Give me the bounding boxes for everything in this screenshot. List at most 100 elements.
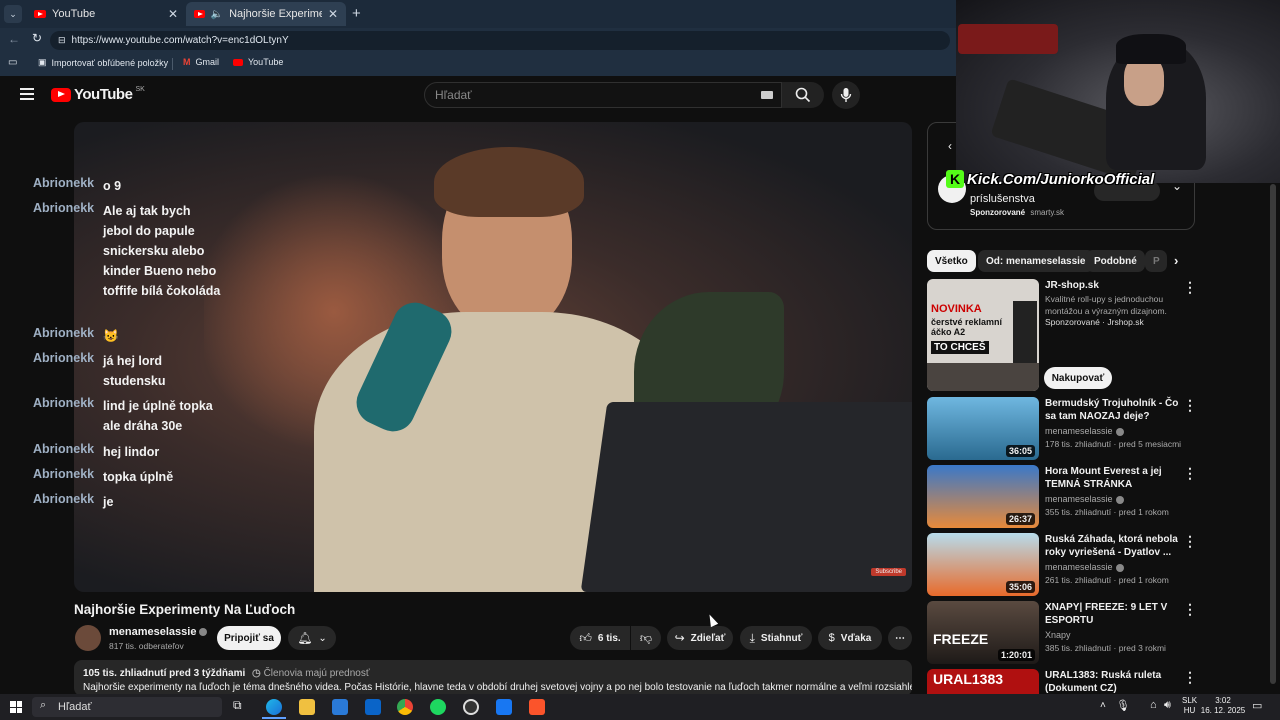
page-scrollbar[interactable] <box>1270 184 1276 684</box>
task-view-icon[interactable]: ⧉ <box>233 698 242 713</box>
menu-icon[interactable] <box>20 88 34 100</box>
recommended-title: XNAPY| FREEZE: 9 LET V ESPORTU <box>1045 602 1168 626</box>
sidebar-toggle-icon[interactable]: ▭ <box>8 57 17 68</box>
new-tab-button[interactable]: + <box>352 5 361 22</box>
recommended-video[interactable]: FREEZE 1:20:01 XNAPY| FREEZE: 9 LET V ES… <box>927 601 1197 665</box>
recommended-video[interactable]: 26:37 Hora Mount Everest a jej TEMNÁ STR… <box>927 465 1197 529</box>
chat-message: Abrionekk já hej lord studensku <box>33 351 223 391</box>
chevron-left-icon[interactable]: ‹ <box>948 139 952 153</box>
chat-username: Abrionekk <box>33 176 95 190</box>
bookmark-gmail[interactable]: M Gmail <box>183 57 219 67</box>
more-actions-button[interactable]: ⋯ <box>888 626 912 650</box>
chrome-icon[interactable] <box>397 699 413 715</box>
clock[interactable]: 3:02 16. 12. 2025 <box>1200 696 1246 716</box>
site-info-icon[interactable]: ⊟ <box>58 35 66 46</box>
url-field[interactable]: ⊟ https://www.youtube.com/watch?v=enc1dO… <box>50 31 950 50</box>
share-icon: ↪ <box>674 631 685 645</box>
chip-from-channel[interactable]: Od: menameselassie <box>978 250 1094 272</box>
chat-message: Abrionekk 😺 <box>33 326 223 346</box>
share-button[interactable]: ↪ Zdieľať <box>667 626 733 650</box>
like-button[interactable]: 👍︎ 6 tis. <box>570 626 630 650</box>
chat-username: Abrionekk <box>33 467 95 481</box>
chevron-up-icon[interactable]: ˄ <box>1100 700 1106 711</box>
recommended-title: Ruská Záhada, ktorá nebola roky vyriešen… <box>1045 534 1178 558</box>
video-duration: 36:05 <box>1005 445 1035 457</box>
verified-icon <box>1115 563 1124 572</box>
subscriber-count: 817 tis. odberateľov <box>109 641 184 651</box>
join-label: Pripojiť sa <box>224 632 274 644</box>
recommended-video[interactable]: 35:06 Ruská Záhada, ktorá nebola roky vy… <box>927 533 1197 597</box>
shop-now-button[interactable]: Nakupovať <box>1044 367 1112 389</box>
ad-thumb-text: čerstvé reklamní áčko A2 <box>931 317 1003 337</box>
ad-recommendation[interactable]: NOVINKA čerstvé reklamní áčko A2 TO CHCE… <box>927 279 1197 391</box>
tab-label: YouTube <box>52 8 96 20</box>
chat-text: lind je úplně topka ale dráha 30e <box>103 399 213 433</box>
windows-start-icon[interactable] <box>10 701 22 713</box>
search-input[interactable]: Hľadať <box>424 82 782 108</box>
store-icon[interactable] <box>332 699 348 715</box>
back-icon[interactable]: ← <box>8 32 20 46</box>
reload-icon[interactable]: ↻ <box>32 31 42 45</box>
search-button[interactable] <box>782 82 824 108</box>
more-vertical-icon[interactable]: ⋮ <box>1183 533 1197 550</box>
recommended-video[interactable]: URAL1383 URAL1383: Ruská ruleta (Dokumen… <box>927 669 1197 694</box>
volume-icon[interactable]: 🔊︎ <box>1164 699 1171 712</box>
description-text: Najhoršie experimenty na ľuďoch je téma … <box>83 682 912 693</box>
more-vertical-icon[interactable]: ⋮ <box>1183 279 1197 296</box>
chip-related[interactable]: Podobné <box>1086 250 1145 272</box>
tab-youtube[interactable]: YouTube ✕ <box>26 2 186 26</box>
recommended-video[interactable]: 36:05 Bermudský Trojuholník - Čo sa tam … <box>927 397 1197 461</box>
file-explorer-icon[interactable] <box>299 699 315 715</box>
video-thumbnail: 26:37 <box>927 465 1039 528</box>
facebook-icon[interactable] <box>496 699 512 715</box>
bookmark-import[interactable]: ▣ Importovať obľúbené položky <box>38 57 168 68</box>
members-label: Členovia majú prednosť <box>263 668 370 679</box>
chevron-right-icon[interactable]: › <box>1174 253 1178 268</box>
import-icon: ▣ <box>38 57 47 67</box>
webcam-cap <box>1116 34 1186 64</box>
video-subscribe-watermark: Subscribe <box>871 568 906 576</box>
tab-video[interactable]: 🔈 Najhoršie Experimenty Na Ľuďoch ✕ <box>186 2 346 26</box>
app-icon[interactable] <box>463 699 479 715</box>
thanks-button[interactable]: $ Vďaka <box>818 626 882 650</box>
notification-icon[interactable]: ▭ <box>1252 699 1262 712</box>
ad-description: Kvalitné roll-upy s jednoduchou montážou… <box>1045 294 1167 316</box>
outlook-icon[interactable] <box>365 699 381 715</box>
join-button[interactable]: Pripojiť sa <box>217 626 281 650</box>
close-tab-icon[interactable]: ✕ <box>328 7 338 21</box>
chat-message: Abrionekk o 9 <box>33 176 223 196</box>
recommended-meta: 355 tis. zhliadnutí · pred 1 rokom <box>1045 507 1169 517</box>
more-vertical-icon[interactable]: ⋮ <box>1183 397 1197 414</box>
kick-overlay-banner: K Kick.Com/JuniorkoOfficial <box>946 170 1154 188</box>
youtube-logo[interactable]: YouTube SK <box>51 86 145 103</box>
video-description[interactable]: 105 tis. zhliadnutí pred 3 týždňami ◷ Čl… <box>74 660 912 696</box>
brave-icon[interactable] <box>529 699 545 715</box>
chip-partial[interactable]: P <box>1145 250 1167 272</box>
more-vertical-icon[interactable]: ⋮ <box>1183 669 1197 686</box>
tab-actions-button[interactable]: ⌄ <box>4 5 22 23</box>
keyboard-icon[interactable] <box>761 91 773 99</box>
microphone-icon <box>840 88 852 102</box>
more-vertical-icon[interactable]: ⋮ <box>1183 601 1197 618</box>
edge-icon[interactable] <box>266 699 282 715</box>
voice-search-button[interactable] <box>832 81 860 109</box>
channel-avatar[interactable] <box>75 625 101 651</box>
dislike-button[interactable]: 👎︎ <box>631 626 661 650</box>
notifications-button[interactable]: 🔔︎ ⌄ <box>288 626 336 650</box>
close-tab-icon[interactable]: ✕ <box>168 7 178 21</box>
chip-all[interactable]: Všetko <box>927 250 976 272</box>
language-indicator[interactable]: SLK HU <box>1182 696 1197 716</box>
chat-text: 😺 <box>103 329 119 343</box>
recommended-meta: 385 tis. zhliadnutí · pred 3 rokmi <box>1045 643 1166 653</box>
gmail-icon: M <box>183 57 191 67</box>
taskbar-search[interactable]: ⌕ Hľadať <box>32 697 222 717</box>
mic-tray-icon[interactable]: 🎙︎ <box>1116 699 1130 712</box>
network-icon[interactable]: ⌂ <box>1150 699 1157 711</box>
download-button[interactable]: ⤓ Stiahnuť <box>740 626 812 650</box>
recommended-channel: Xnapy <box>1045 630 1071 640</box>
thumb-text: URAL1383 <box>933 671 1004 687</box>
bookmark-youtube[interactable]: YouTube <box>233 57 283 67</box>
channel-name[interactable]: menameselassie <box>109 626 208 638</box>
more-vertical-icon[interactable]: ⋮ <box>1183 465 1197 482</box>
spotify-icon[interactable] <box>430 699 446 715</box>
